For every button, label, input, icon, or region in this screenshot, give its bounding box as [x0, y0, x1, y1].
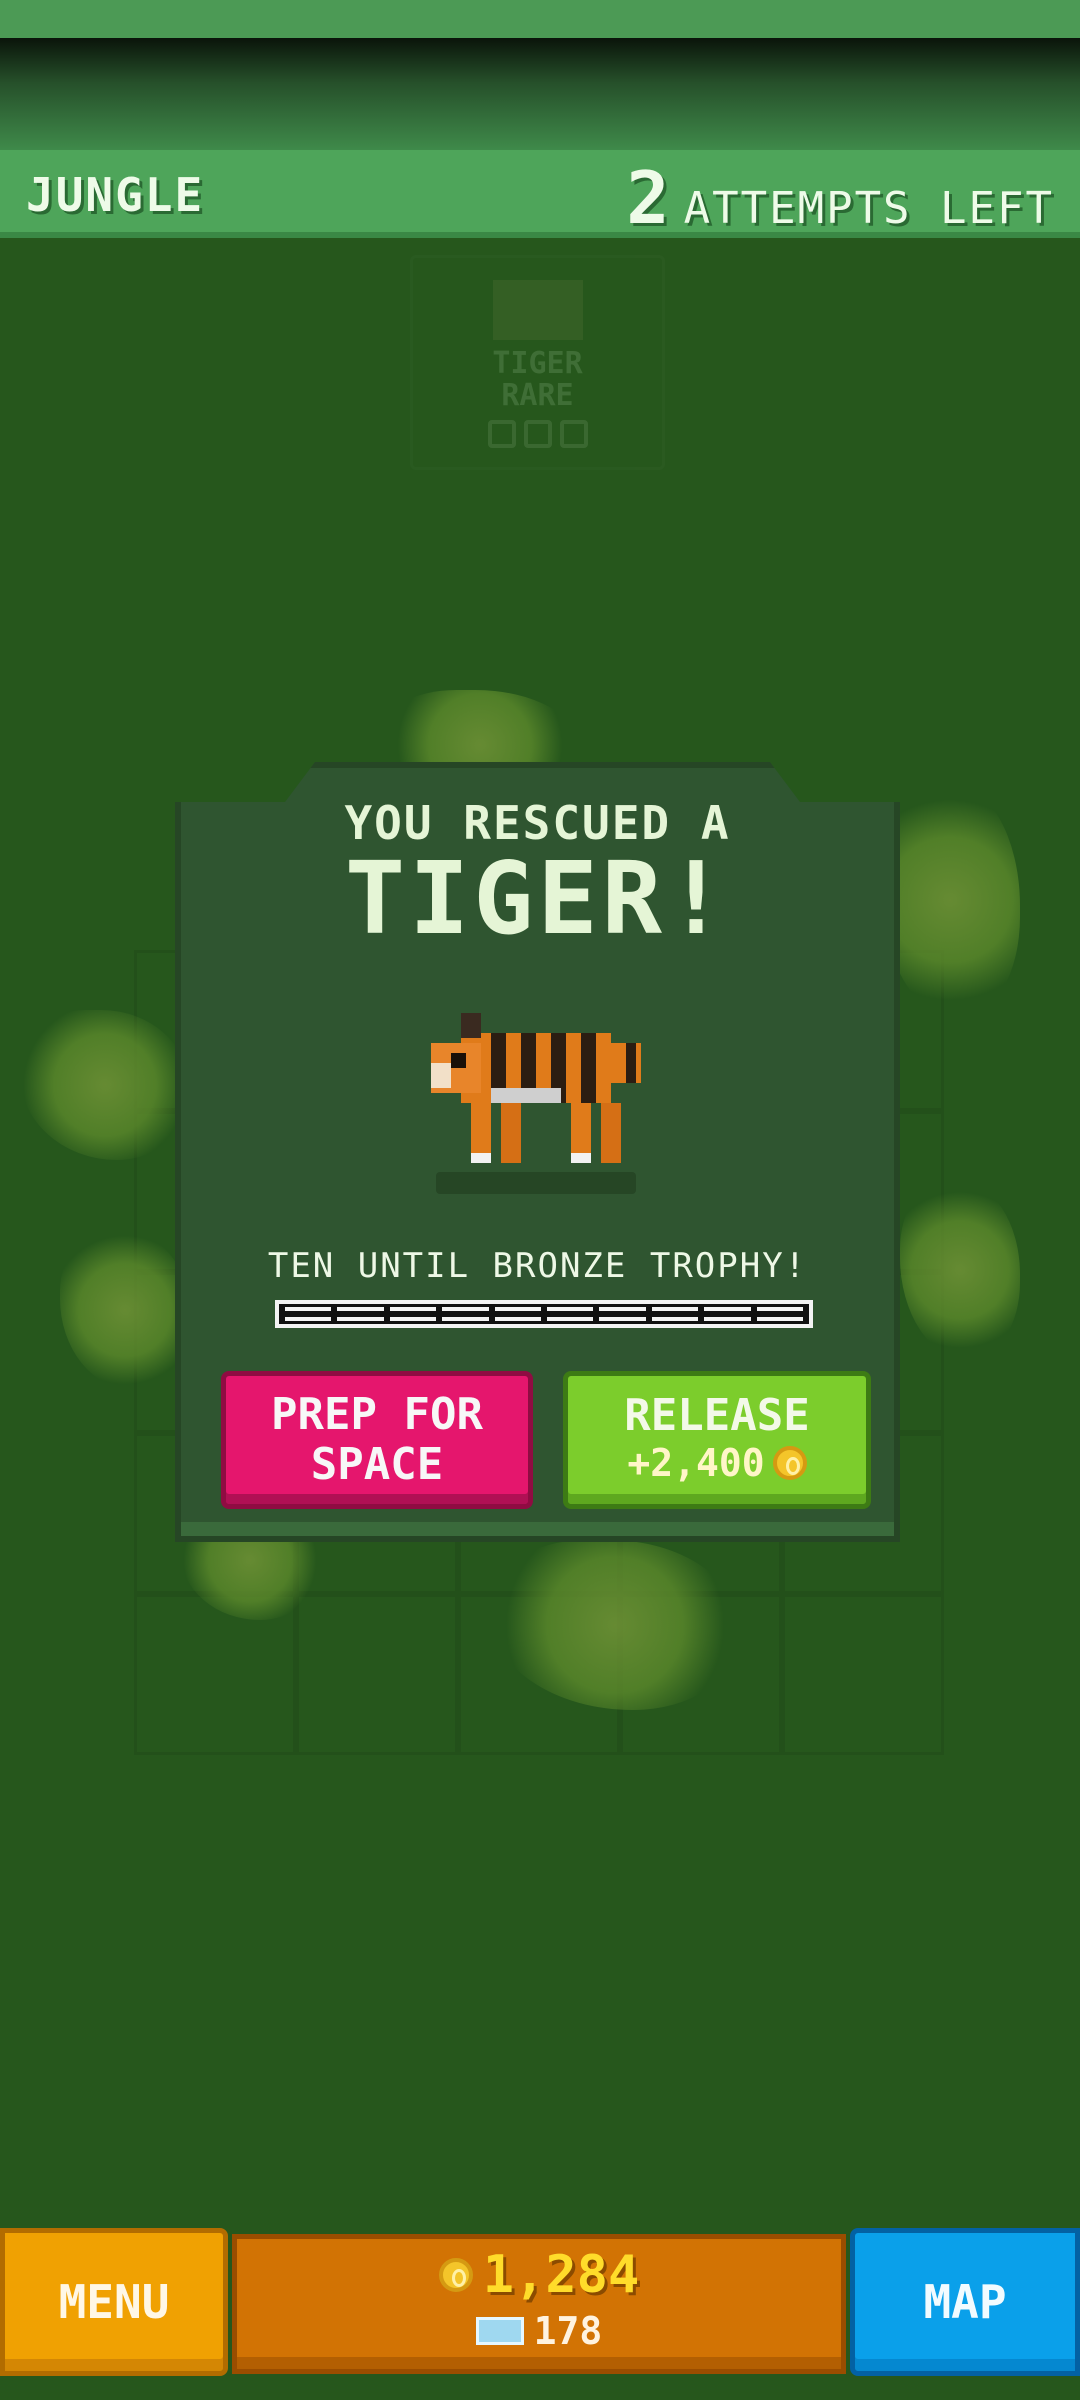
prep-for-space-button[interactable]: PREP FOR SPACE [221, 1371, 533, 1509]
progress-segment [756, 1307, 804, 1321]
menu-label: MENU [58, 2275, 170, 2329]
status-strip [0, 0, 1080, 38]
progress-segment [442, 1307, 489, 1321]
gem-balance: 178 [237, 2309, 841, 2353]
map-button[interactable]: MAP [850, 2228, 1080, 2376]
progress-segment [337, 1307, 384, 1321]
progress-segment [704, 1307, 751, 1321]
wallet-panel: 1,284 178 [232, 2234, 846, 2374]
release-label: RELEASE [624, 1390, 810, 1441]
attempts-count: 2 [626, 156, 670, 240]
background-tiger-sprite [492, 280, 583, 340]
menu-button[interactable]: MENU [0, 2228, 228, 2376]
progress-segment [651, 1307, 699, 1321]
progress-segment [389, 1307, 437, 1321]
attempts-label: ATTEMPTS LEFT [683, 183, 1054, 234]
progress-segment [599, 1307, 646, 1321]
gem-icon [475, 2317, 524, 2345]
coin-icon [772, 1446, 807, 1480]
background-card-rarity: RARE [501, 378, 574, 413]
coin-icon [438, 2258, 473, 2292]
top-fade [0, 38, 1080, 150]
progress-segment [494, 1307, 542, 1321]
zone-name: JUNGLE [26, 168, 205, 222]
release-button[interactable]: RELEASE +2,400 [563, 1371, 871, 1509]
bottom-bar: MENU 1,284 178 MAP [0, 2228, 1080, 2376]
header-bar: JUNGLE 2 ATTEMPTS LEFT [0, 150, 1080, 240]
background-animal-card: TIGER RARE [410, 255, 665, 470]
gem-count: 178 [533, 2309, 603, 2353]
trophy-progress-text: TEN UNTIL BRONZE TROPHY! [267, 1246, 808, 1286]
background-card-slots [413, 420, 662, 448]
map-label: MAP [923, 2275, 1007, 2329]
tiger-shadow [436, 1172, 636, 1194]
release-reward: +2,400 [627, 1441, 807, 1485]
coin-balance: 1,284 [237, 2245, 841, 2305]
trophy-progress-bar [275, 1300, 813, 1328]
attempts-counter: 2 ATTEMPTS LEFT [626, 156, 1054, 240]
rescue-dialog: YOU RESCUED A TIGER! TEN UNTIL BRONZE TR… [175, 762, 900, 1542]
background-card-animal: TIGER [492, 346, 583, 381]
prep-for-space-label: PREP FOR SPACE [271, 1389, 483, 1490]
progress-segment [547, 1307, 594, 1321]
tiger-sprite [431, 1013, 641, 1163]
release-reward-amount: +2,400 [627, 1441, 765, 1485]
coin-count: 1,284 [482, 2245, 640, 2305]
progress-segment [285, 1307, 332, 1321]
rescued-animal-name: TIGER! [344, 840, 731, 957]
